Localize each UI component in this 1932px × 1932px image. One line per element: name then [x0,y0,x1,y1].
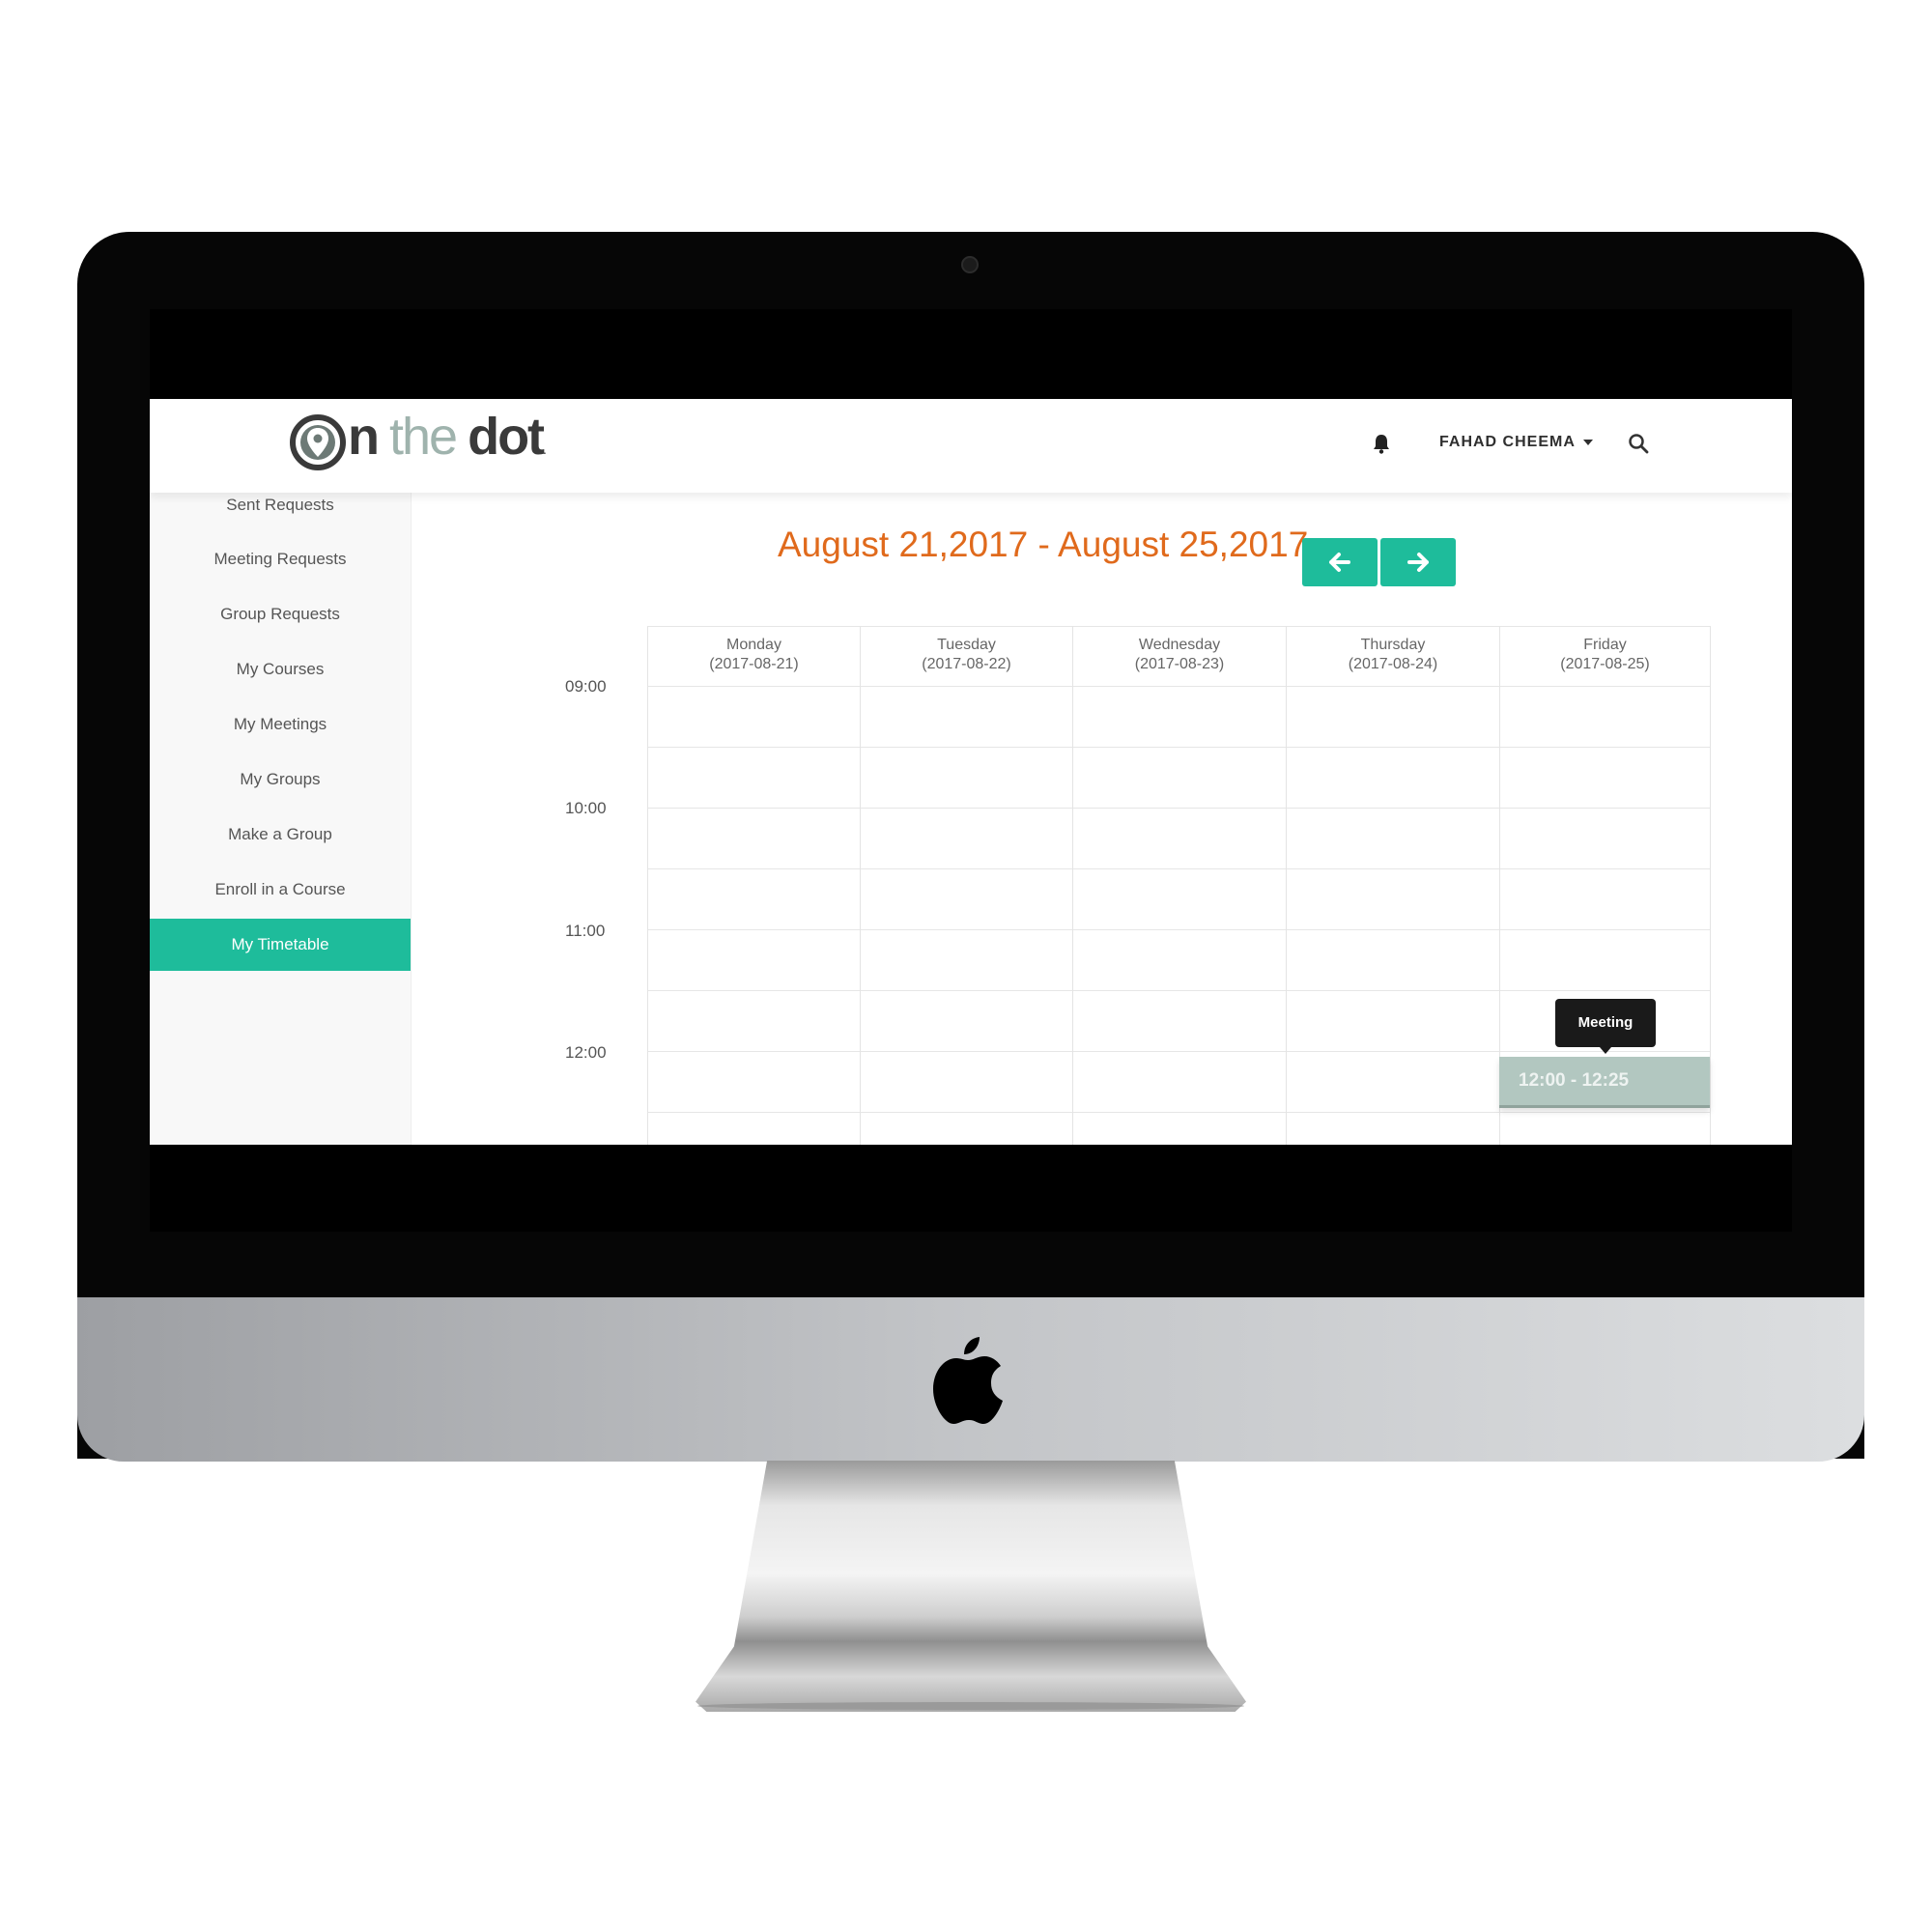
day-header-tuesday: Tuesday (2017-08-22) [860,626,1072,686]
monitor-stand [696,1461,1246,1712]
time-label-1000: 10:00 [565,799,607,817]
grid-line [1072,626,1073,1145]
grid-line [647,1051,1710,1052]
day-name: Wednesday [1138,637,1221,653]
day-header-wednesday: Wednesday (2017-08-23) [1072,626,1286,686]
search-icon[interactable] [1628,433,1649,454]
previous-week-button[interactable] [1302,538,1378,586]
day-header-thursday: Thursday (2017-08-24) [1286,626,1499,686]
grid-line [1286,626,1287,1145]
timetable-grid: Monday (2017-08-21) Tuesday (2017-08-22)… [565,626,1711,1145]
location-pin-icon [290,414,346,470]
monitor-screen: n the dot. FAHAD CHEEMA Sent Requests Meet… [150,309,1792,1232]
event-tooltip: Meeting [1555,999,1656,1054]
time-label-0900: 09:00 [565,677,607,696]
arrow-left-icon [1329,553,1350,572]
grid-line [860,626,861,1145]
sidebar-item-make-a-group[interactable]: Make a Group [150,809,411,861]
chevron-down-icon [1582,440,1593,445]
day-name: Friday [1583,637,1627,653]
user-name: FAHAD CHEEMA [1439,434,1576,450]
sidebar-item-group-requests[interactable]: Group Requests [150,588,411,640]
logo-text-dot: dot [468,407,545,466]
sidebar-item-meeting-requests[interactable]: Meeting Requests [150,533,411,585]
user-menu-dropdown[interactable]: FAHAD CHEEMA [1439,434,1593,451]
sidebar-item-my-courses[interactable]: My Courses [150,643,411,696]
arrow-right-icon [1407,553,1429,572]
day-date: (2017-08-21) [709,656,799,672]
grid-line [647,990,1710,991]
week-range-title: August 21,2017 - August 25,2017 [778,525,1309,564]
grid-line [1710,626,1711,1145]
time-label-1100: 11:00 [565,922,606,940]
day-date: (2017-08-25) [1560,656,1650,672]
grid-line [647,808,1710,809]
sidebar-item-my-timetable[interactable]: My Timetable [150,919,411,971]
time-label-1200: 12:00 [565,1043,607,1062]
sidebar: Sent Requests Meeting Requests Group Req… [150,493,412,1145]
day-date: (2017-08-24) [1348,656,1438,672]
logo-text-n: n [348,407,380,466]
grid-line [647,1112,1710,1113]
day-name: Tuesday [937,637,996,653]
day-header-friday: Friday (2017-08-25) [1499,626,1710,686]
grid-line [647,929,1710,930]
bell-icon[interactable] [1372,433,1391,454]
grid-line [647,868,1710,869]
day-date: (2017-08-22) [922,656,1011,672]
day-date: (2017-08-23) [1134,656,1225,672]
sidebar-item-enroll-in-a-course[interactable]: Enroll in a Course [150,864,411,916]
next-week-button[interactable] [1380,538,1456,586]
top-navbar: n the dot. FAHAD CHEEMA [150,399,1792,493]
apple-logo-icon [933,1337,1003,1424]
meeting-event[interactable]: 12:00 - 12:25 [1499,1057,1710,1108]
day-name: Monday [726,637,781,653]
brand-logo[interactable]: n the dot. [290,407,547,476]
grid-line [647,747,1710,748]
app-window: n the dot. FAHAD CHEEMA Sent Requests Meet… [150,399,1792,1145]
sidebar-item-my-meetings[interactable]: My Meetings [150,698,411,751]
day-header-monday: Monday (2017-08-21) [647,626,860,686]
camera-icon [961,256,979,273]
monitor-stand-base [697,1702,1244,1710]
day-name: Thursday [1360,637,1426,653]
logo-trailing-dot: . [543,440,547,457]
grid-line [647,686,1710,687]
grid-line [647,626,648,1145]
logo-text-the: the [389,407,458,466]
event-time: 12:00 - 12:25 [1519,1070,1630,1091]
sidebar-item-my-groups[interactable]: My Groups [150,753,411,806]
